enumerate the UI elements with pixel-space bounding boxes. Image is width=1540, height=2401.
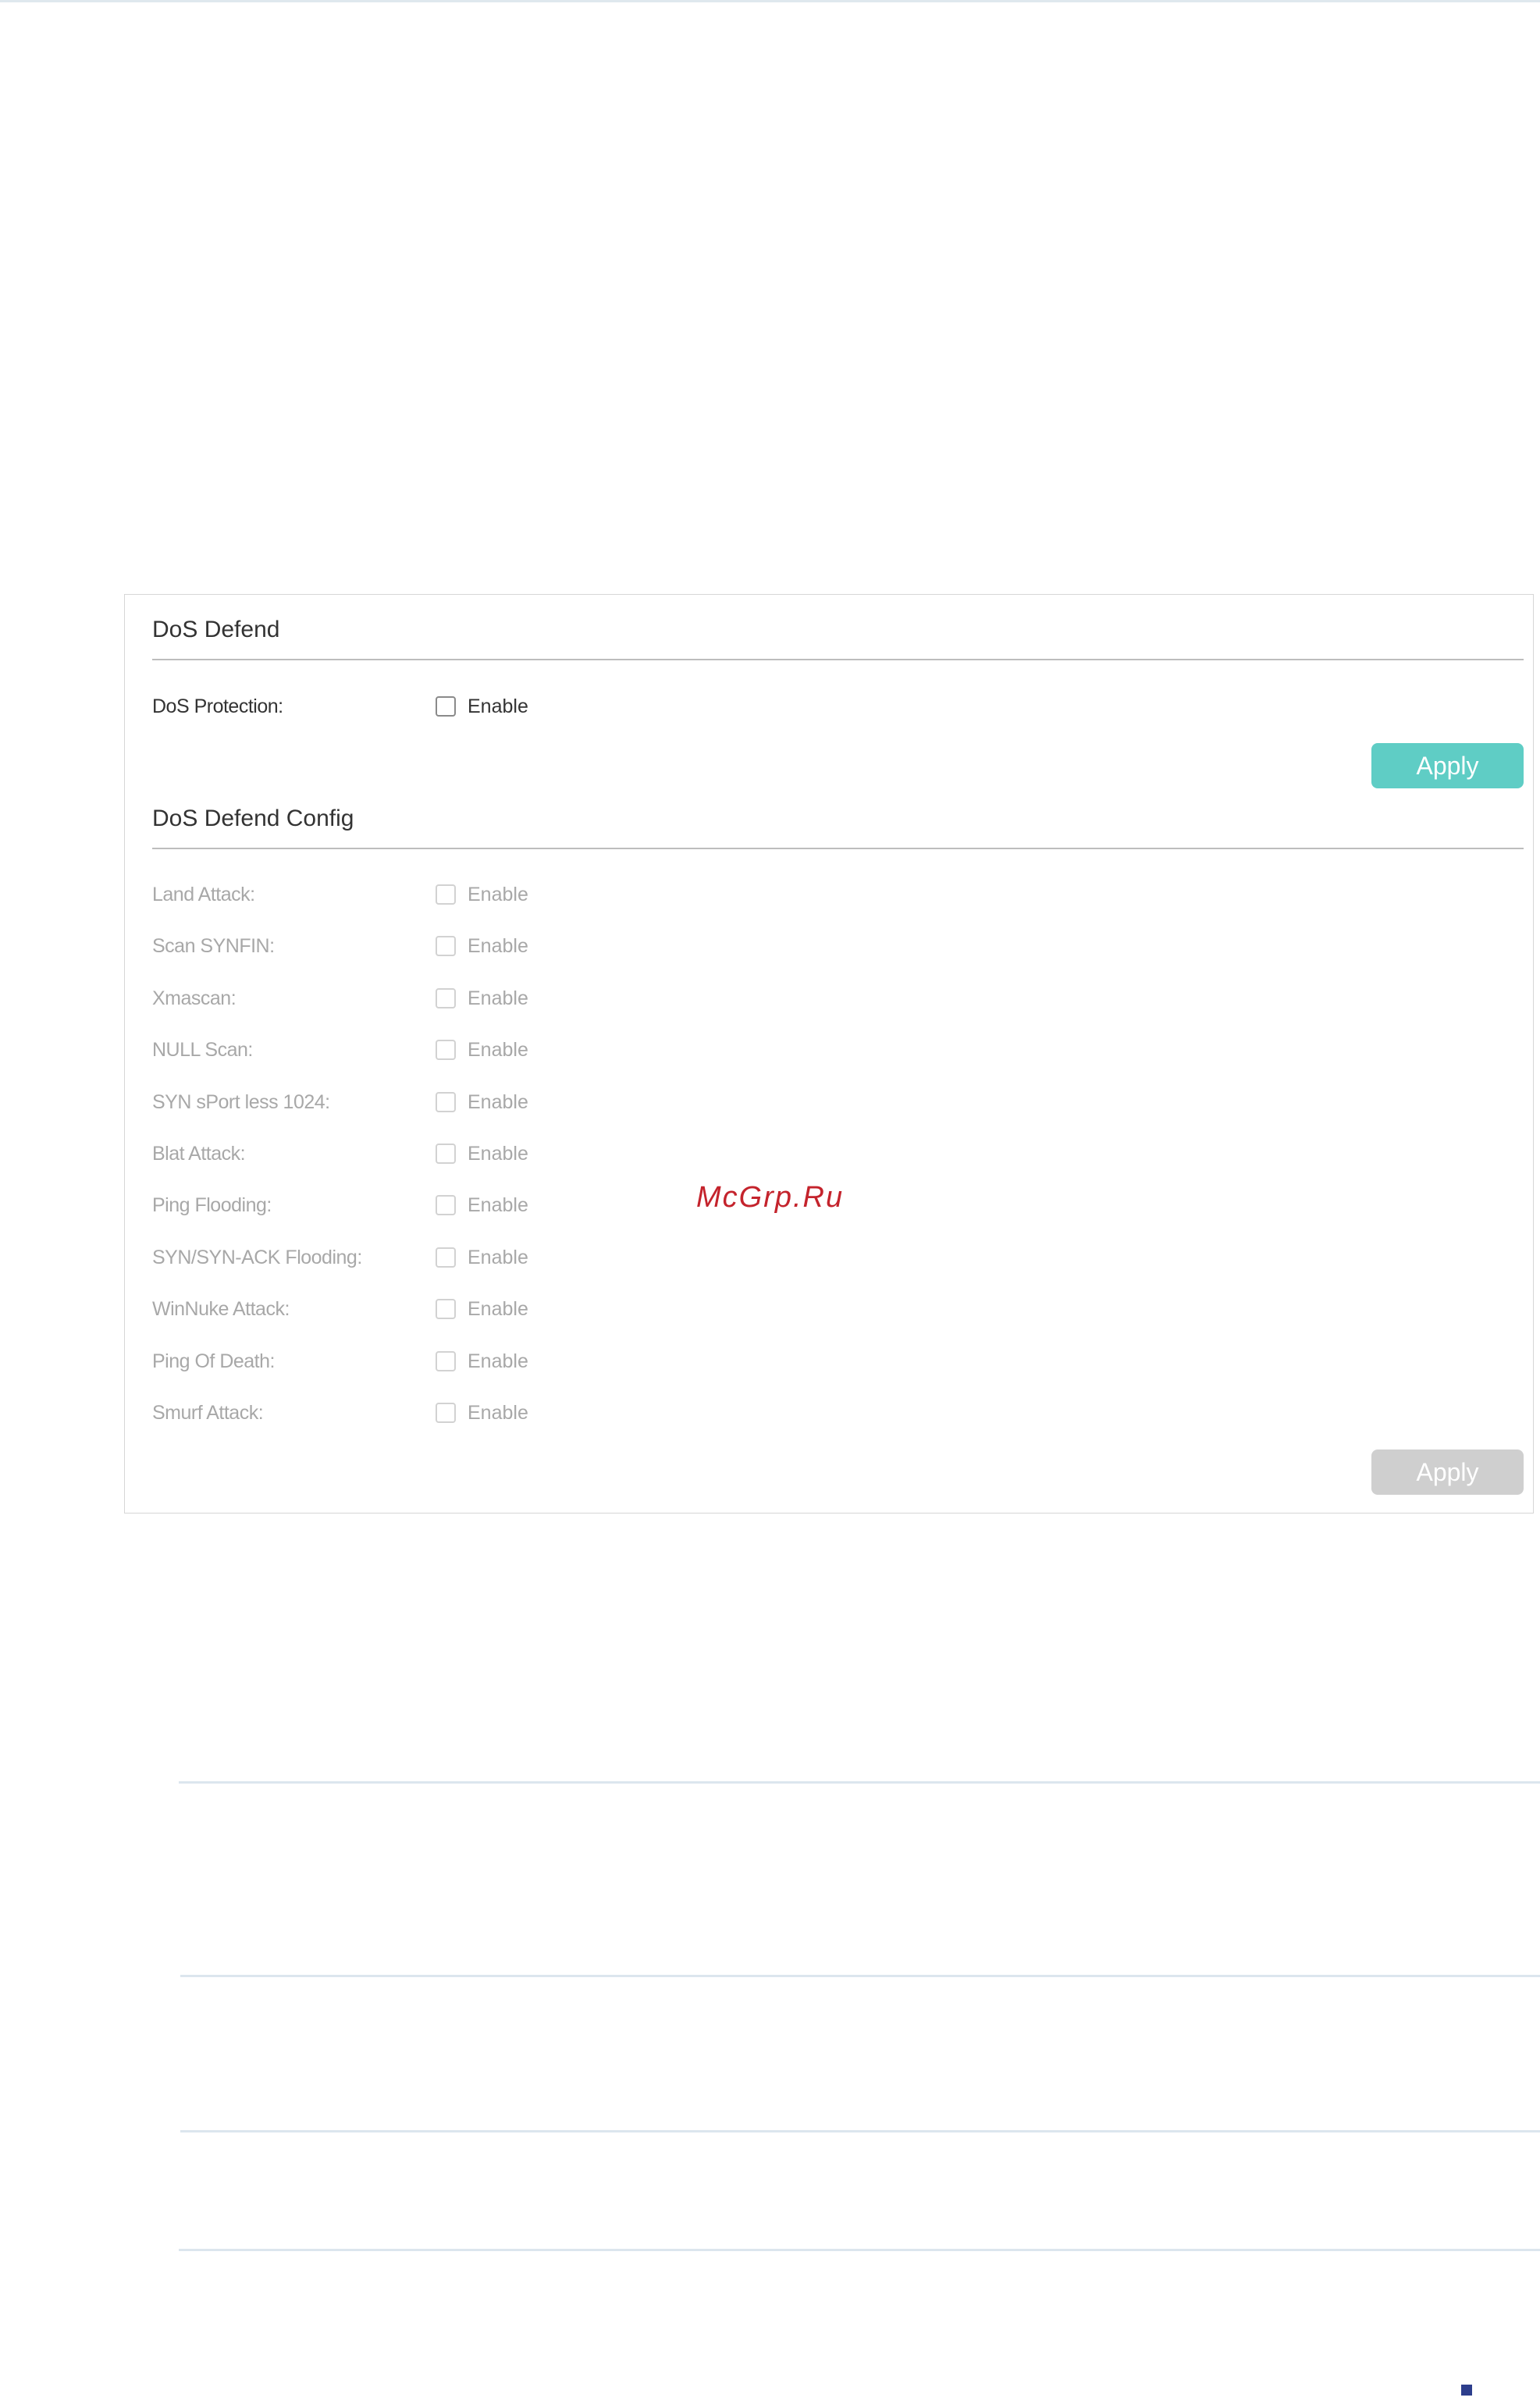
enable-label: Enable <box>468 987 528 1009</box>
config-row-label: Ping Flooding: <box>152 1194 272 1216</box>
dos-protection-row: DoS Protection: Enable <box>152 692 699 724</box>
config-row-label: Ping Of Death: <box>152 1350 275 1372</box>
apply-button[interactable]: Apply <box>1371 743 1524 788</box>
enable-label: Enable <box>468 935 528 957</box>
config-row: SYN/SYN-ACK Flooding: Enable <box>152 1243 699 1275</box>
config-row: Land Attack: Enable <box>152 880 699 912</box>
config-row-label: Land Attack: <box>152 884 255 905</box>
config-row: NULL Scan: Enable <box>152 1036 699 1067</box>
config-row-checkbox <box>436 1247 456 1268</box>
config-row: SYN sPort less 1024: Enable <box>152 1088 699 1119</box>
config-row-checkbox <box>436 1299 456 1319</box>
config-row-label: NULL Scan: <box>152 1039 253 1061</box>
apply-config-button: Apply <box>1371 1449 1524 1495</box>
table-divider <box>180 1975 1540 1977</box>
enable-label: Enable <box>468 1247 528 1268</box>
table-divider <box>180 2130 1540 2132</box>
config-row: Scan SYNFIN: Enable <box>152 932 699 963</box>
config-row-label: Scan SYNFIN: <box>152 935 275 957</box>
config-row-checkbox <box>436 1195 456 1215</box>
top-divider <box>0 0 1540 2</box>
config-row: WinNuke Attack: Enable <box>152 1295 699 1326</box>
enable-label: Enable <box>468 1039 528 1061</box>
section-title-dos-defend-config: DoS Defend Config <box>152 806 354 831</box>
enable-label: Enable <box>468 1350 528 1372</box>
config-row-checkbox <box>436 884 456 905</box>
enable-label: Enable <box>468 1143 528 1165</box>
section-divider <box>152 659 1524 660</box>
dos-defend-panel: DoS Defend DoS Protection: Enable Apply … <box>124 594 1534 1514</box>
config-row: Xmascan: Enable <box>152 984 699 1016</box>
config-row-label: Smurf Attack: <box>152 1402 264 1424</box>
enable-label: Enable <box>468 884 528 905</box>
watermark-text: McGrp.Ru <box>696 1181 845 1214</box>
table-divider <box>179 1781 1540 1784</box>
enable-label: Enable <box>468 1194 528 1216</box>
config-row-checkbox <box>436 1144 456 1164</box>
section-title-dos-defend: DoS Defend <box>152 617 280 642</box>
enable-label: Enable <box>468 1091 528 1113</box>
config-row-checkbox <box>436 936 456 956</box>
config-row-label: Blat Attack: <box>152 1143 246 1165</box>
page-corner-marker <box>1461 2385 1472 2396</box>
config-row: Blat Attack: Enable <box>152 1140 699 1171</box>
config-row-label: WinNuke Attack: <box>152 1298 290 1320</box>
config-row-checkbox <box>436 1351 456 1371</box>
config-row-checkbox <box>436 1040 456 1060</box>
config-row-checkbox <box>436 1403 456 1423</box>
enable-label[interactable]: Enable <box>468 695 528 718</box>
config-row: Smurf Attack: Enable <box>152 1399 699 1430</box>
config-row-label: Xmascan: <box>152 987 237 1009</box>
enable-label: Enable <box>468 1298 528 1320</box>
dos-protection-label: DoS Protection: <box>152 695 283 717</box>
config-row: Ping Flooding: Enable <box>152 1191 699 1222</box>
config-row-checkbox <box>436 1092 456 1112</box>
section-divider <box>152 848 1524 849</box>
table-divider <box>179 2249 1540 2251</box>
config-row: Ping Of Death: Enable <box>152 1347 699 1378</box>
config-row-label: SYN sPort less 1024: <box>152 1091 330 1113</box>
dos-protection-checkbox[interactable] <box>436 696 456 717</box>
config-row-label: SYN/SYN-ACK Flooding: <box>152 1247 362 1268</box>
enable-label: Enable <box>468 1402 528 1424</box>
config-row-checkbox <box>436 988 456 1008</box>
